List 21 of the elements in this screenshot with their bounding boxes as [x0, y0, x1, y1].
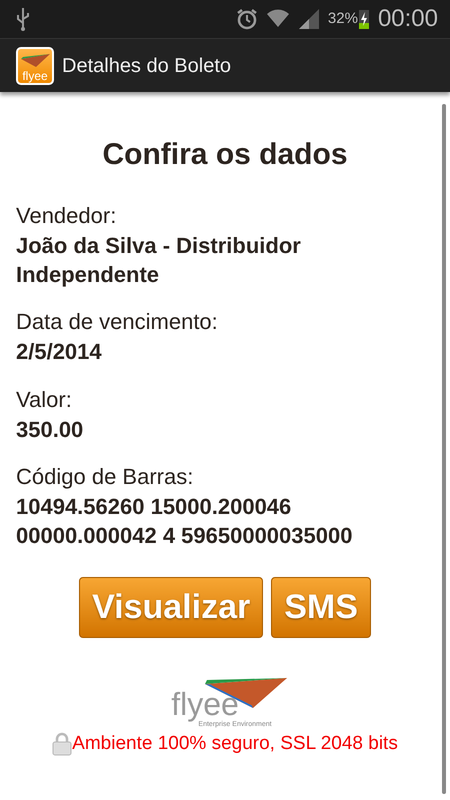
page-heading: Confira os dados	[101, 137, 349, 173]
field-label: Código de Barras:	[16, 463, 194, 492]
field-label: Vendedor:	[16, 202, 118, 230]
battery-charging-icon	[358, 8, 370, 30]
field-value: 350.00	[16, 416, 84, 444]
signal-icon	[298, 8, 320, 30]
security-note: Ambiente 100% seguro, SSL 2048 bits	[72, 732, 398, 756]
field-value: 2/5/2014	[16, 338, 103, 366]
field-label: Data de vencimento:	[16, 308, 219, 336]
alarm-clock-icon	[236, 8, 258, 30]
view-button[interactable]: Visualizar	[79, 576, 264, 638]
battery-percent: 32%	[328, 8, 358, 29]
usb-icon	[16, 7, 30, 31]
field-value: 10494.56260 15000.200046 00000.000042 4 59650000035000	[16, 493, 354, 550]
app-logo[interactable]: flyee	[16, 46, 54, 84]
clock-time: 00:00	[378, 4, 438, 34]
padlock-icon	[52, 732, 72, 756]
sms-button[interactable]: SMS	[271, 576, 371, 638]
screen-title: Detalhes do Boleto	[62, 54, 232, 78]
field-label: Valor:	[16, 386, 73, 414]
field-value: João da Silva - Distribuidor Independente	[16, 232, 302, 289]
